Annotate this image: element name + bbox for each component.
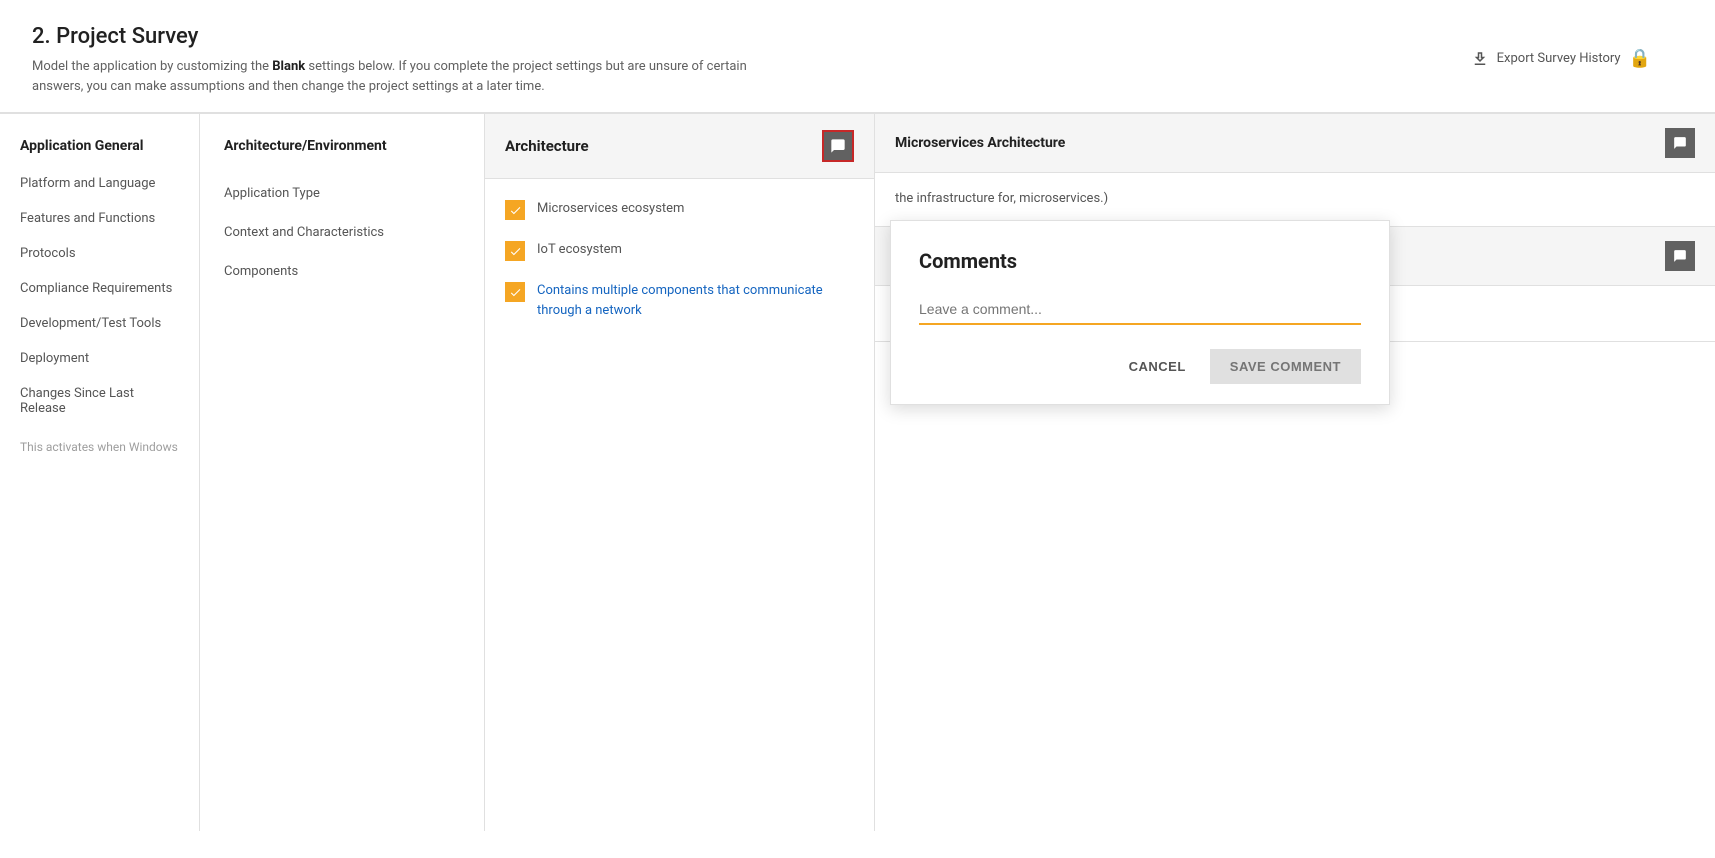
page-subtitle: Model the application by customizing the… [32, 57, 782, 96]
checkbox-iot[interactable] [505, 241, 525, 261]
export-survey-button[interactable]: Export Survey History 🔒 [1471, 48, 1651, 69]
architecture-panel: Architecture Microservices ecosystem IoT [485, 114, 875, 831]
subtitle-start: Model the application by customizing the [32, 59, 272, 74]
microservices-comment-button[interactable] [1665, 128, 1695, 158]
cancel-button[interactable]: CANCEL [1117, 351, 1198, 382]
sidebar-item-context[interactable]: Context and Characteristics [200, 213, 484, 252]
sidebar-item-devtools[interactable]: Development/Test Tools [0, 306, 199, 341]
sidebar-item-compliance[interactable]: Compliance Requirements [0, 271, 199, 306]
arch-panel-title: Architecture [505, 137, 589, 155]
sidebar-item-components[interactable]: Components [200, 252, 484, 291]
page-title: 2. Project Survey [32, 24, 1683, 49]
check-label-microservices: Microservices ecosystem [537, 199, 684, 219]
microservices-title: Microservices Architecture [895, 135, 1065, 151]
sidebar-item-windows: This activates when Windows [0, 430, 199, 464]
sidebar-item-protocols[interactable]: Protocols [0, 236, 199, 271]
sidebar-mid: Architecture/Environment Application Typ… [200, 114, 485, 831]
checkbox-microservices[interactable] [505, 200, 525, 220]
subtitle-bold: Blank [272, 59, 305, 74]
sidebar-item-platform[interactable]: Platform and Language [0, 166, 199, 201]
export-survey-label: Export Survey History [1497, 51, 1621, 66]
sidebar-left: Application General Platform and Languag… [0, 114, 200, 831]
comment-actions: CANCEL SAVE COMMENT [919, 349, 1361, 384]
sidebar-item-features[interactable]: Features and Functions [0, 201, 199, 236]
sidebar-item-changes[interactable]: Changes Since Last Release [0, 376, 199, 426]
check-label-iot: IoT ecosystem [537, 240, 622, 260]
mid-section-header: Architecture/Environment [200, 130, 484, 174]
microservices-section-header: Microservices Architecture [875, 114, 1715, 173]
check-item-iot: IoT ecosystem [505, 240, 854, 261]
checkbox-network[interactable] [505, 282, 525, 302]
arch-panel-header: Architecture [485, 114, 874, 179]
check-item-microservices: Microservices ecosystem [505, 199, 854, 220]
arch-comment-button[interactable] [822, 130, 854, 162]
check-label-network: Contains multiple components that commun… [537, 281, 854, 320]
lock-icon: 🔒 [1629, 48, 1651, 69]
sidebar-item-deployment[interactable]: Deployment [0, 341, 199, 376]
sidebar-item-apptype[interactable]: Application Type [200, 174, 484, 213]
microservices-section: Microservices Architecture the infrastru… [875, 114, 1715, 227]
iot-comment-button[interactable] [1665, 241, 1695, 271]
comments-title: Comments [919, 249, 1361, 273]
microservices-body: the infrastructure for, microservices.) [875, 173, 1715, 226]
comment-input[interactable] [919, 297, 1361, 323]
comments-popup: Comments CANCEL SAVE COMMENT [890, 220, 1390, 405]
arch-panel-body: Microservices ecosystem IoT ecosystem Co… [485, 179, 874, 360]
check-item-network: Contains multiple components that commun… [505, 281, 854, 320]
sidebar-section-header: Application General [0, 130, 199, 166]
save-comment-button[interactable]: SAVE COMMENT [1210, 349, 1361, 384]
comment-input-wrap [919, 297, 1361, 325]
